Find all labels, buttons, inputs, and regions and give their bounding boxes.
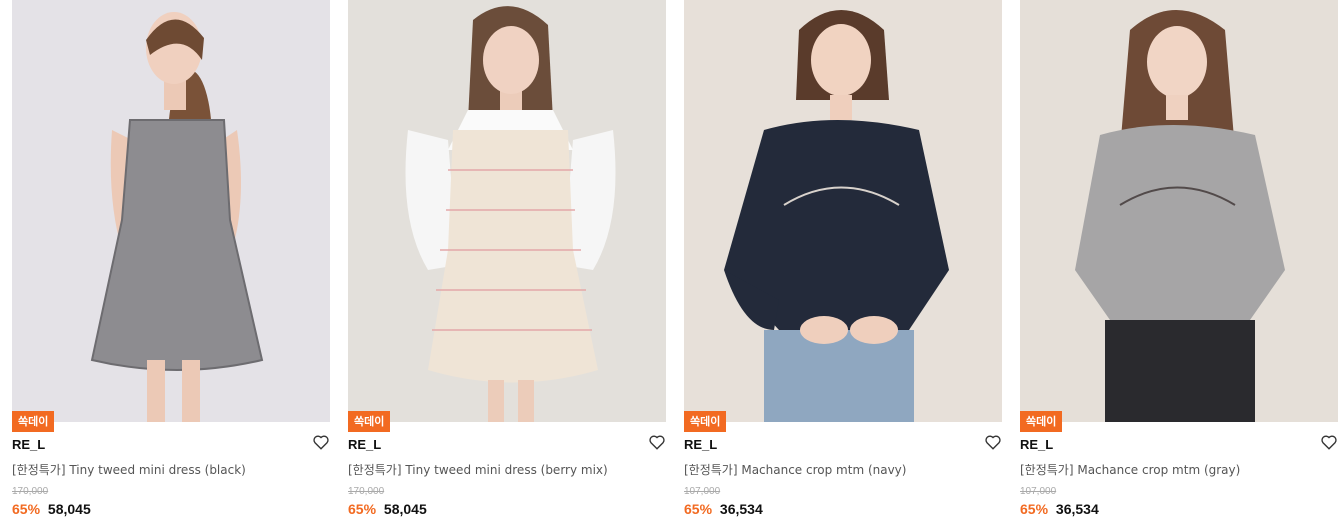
sale-badge: 쏙데이 <box>12 411 55 432</box>
discount-percent: 65% <box>684 501 713 517</box>
discount-percent: 65% <box>12 501 41 517</box>
original-price: 107,000 <box>1020 486 1057 497</box>
product-card[interactable]: 쏙데이 RE_L [한정특가] Tiny tweed mini dress (b… <box>348 0 666 529</box>
product-image[interactable] <box>684 0 1002 422</box>
sale-badge: 쏙데이 <box>684 411 727 432</box>
heart-icon[interactable] <box>1320 433 1338 451</box>
sale-price: 36,534 <box>719 501 763 517</box>
product-card[interactable]: 쏙데이 RE_L [한정특가] Tiny tweed mini dress (b… <box>12 0 330 529</box>
product-image[interactable] <box>348 0 666 422</box>
product-card[interactable]: 쏙데이 RE_L [한정특가] Machance crop mtm (navy)… <box>684 0 1002 529</box>
sale-price: 58,045 <box>383 501 427 517</box>
price-row: 65% 36,534 <box>1020 501 1099 517</box>
product-title[interactable]: [한정특가] Tiny tweed mini dress (black) <box>12 461 246 478</box>
sale-badge: 쏙데이 <box>348 411 391 432</box>
product-title[interactable]: [한정특가] Machance crop mtm (gray) <box>1020 461 1240 478</box>
price-row: 65% 36,534 <box>684 501 763 517</box>
original-price: 170,000 <box>12 486 49 497</box>
heart-icon[interactable] <box>648 433 666 451</box>
product-title[interactable]: [한정특가] Machance crop mtm (navy) <box>684 461 906 478</box>
price-row: 65% 58,045 <box>348 501 427 517</box>
heart-icon[interactable] <box>984 433 1002 451</box>
sale-price: 58,045 <box>47 501 91 517</box>
brand-name[interactable]: RE_L <box>12 437 45 452</box>
product-title[interactable]: [한정특가] Tiny tweed mini dress (berry mix) <box>348 461 608 478</box>
product-grid: 쏙데이 RE_L [한정특가] Tiny tweed mini dress (b… <box>0 0 1340 529</box>
product-image[interactable] <box>12 0 330 422</box>
brand-name[interactable]: RE_L <box>1020 437 1053 452</box>
brand-name[interactable]: RE_L <box>684 437 717 452</box>
discount-percent: 65% <box>1020 501 1049 517</box>
price-row: 65% 58,045 <box>12 501 91 517</box>
product-card[interactable]: 쏙데이 RE_L [한정특가] Machance crop mtm (gray)… <box>1020 0 1338 529</box>
product-image[interactable] <box>1020 0 1338 422</box>
heart-icon[interactable] <box>312 433 330 451</box>
original-price: 107,000 <box>684 486 721 497</box>
sale-price: 36,534 <box>1055 501 1099 517</box>
discount-percent: 65% <box>348 501 377 517</box>
original-price: 170,000 <box>348 486 385 497</box>
brand-name[interactable]: RE_L <box>348 437 381 452</box>
sale-badge: 쏙데이 <box>1020 411 1063 432</box>
